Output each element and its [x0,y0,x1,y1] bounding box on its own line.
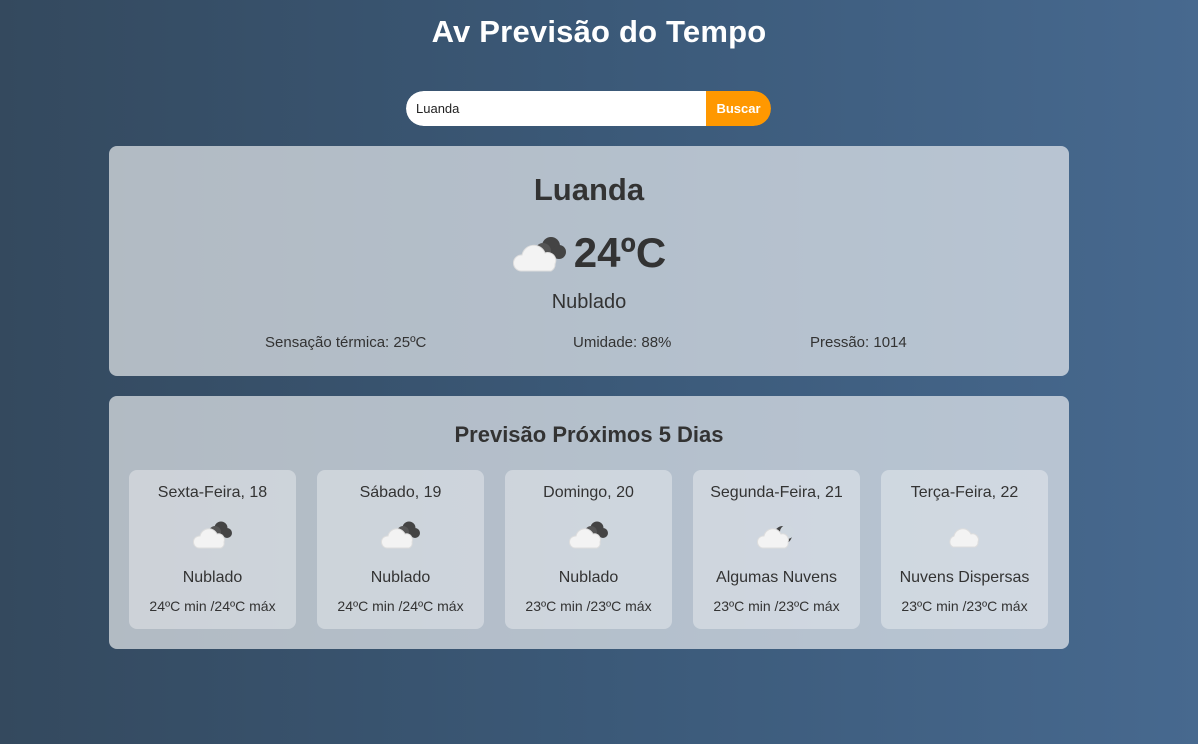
current-temperature: 24ºC [573,229,667,276]
forecast-day-name: Sexta-Feira, 18 [157,484,268,501]
forecast-day-temperatures: 23ºC min /23ºC máx [901,598,1028,614]
app-title: Av Previsão do Tempo [431,14,767,49]
forecast-day-description: Nublado [370,569,431,586]
forecast-card: Previsão Próximos 5 Dias Sexta-Feira, 18… [109,396,1069,649]
forecast-day-description: Nublado [182,569,243,586]
pressure: Pressão: 1014 [810,334,907,351]
current-temperature-row: 24ºC [109,226,1069,280]
feels-like: Sensação térmica: 25ºC [265,334,427,351]
search-bar: Buscar [406,91,771,126]
forecast-day-description: Algumas Nuvens [716,569,837,586]
broken-clouds-icon [512,237,566,272]
forecast-title: Previsão Próximos 5 Dias [454,422,724,447]
forecast-day-card: Sexta-Feira, 18 Nublado 24ºC min /24ºC m… [129,470,296,629]
forecast-day-description: Nuvens Dispersas [899,569,1030,586]
few-clouds-night-icon [757,525,794,549]
forecast-day-name: Sábado, 19 [359,484,442,501]
forecast-day-card: Domingo, 20 Nublado 23ºC min /23ºC máx [505,470,672,629]
forecast-day-card: Sábado, 19 Nublado 24ºC min /24ºC máx [317,470,484,629]
forecast-day-temperatures: 24ºC min /24ºC máx [149,598,276,614]
forecast-day-name: Domingo, 20 [543,484,634,501]
broken-clouds-icon [193,521,232,549]
scattered-clouds-icon [949,528,979,548]
current-description: Nublado [551,291,627,313]
search-button[interactable]: Buscar [706,91,771,126]
city-name: Luanda [533,172,645,207]
forecast-day-temperatures: 23ºC min /23ºC máx [713,598,840,614]
forecast-day-card: Terça-Feira, 22 Nuvens Dispersas 23ºC mi… [881,470,1048,629]
broken-clouds-icon [381,521,420,549]
forecast-day-card: Segunda-Feira, 21 Algumas Nuvens 23ºC mi… [693,470,860,629]
forecast-day-description: Nublado [558,569,619,586]
forecast-day-temperatures: 23ºC min /23ºC máx [525,598,652,614]
forecast-day-temperatures: 24ºC min /24ºC máx [337,598,464,614]
humidity: Umidade: 88% [573,334,672,351]
forecast-day-name: Terça-Feira, 22 [910,484,1019,501]
forecast-day-name: Segunda-Feira, 21 [710,484,843,501]
current-weather-card: Luanda 24ºC Nublado Sensação térmica: 25… [109,146,1069,376]
search-input[interactable] [406,91,706,126]
broken-clouds-icon [569,521,608,549]
